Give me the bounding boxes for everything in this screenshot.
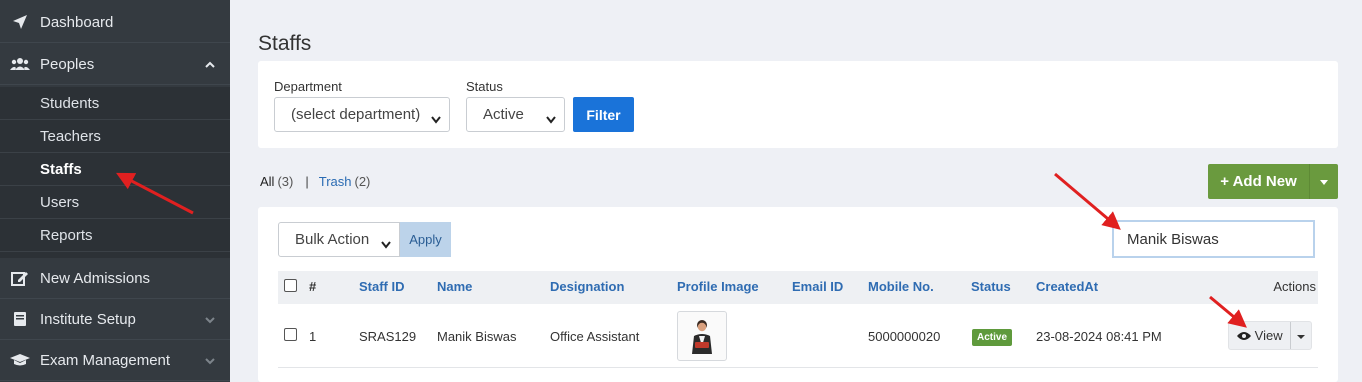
tab-all-count: (3) [277, 174, 294, 189]
cell-name: Manik Biswas [437, 329, 517, 344]
users-icon [10, 54, 30, 74]
add-new-button-group: + Add New [1208, 164, 1338, 199]
sidebar-item-label: Users [40, 193, 80, 211]
bulk-action-value: Bulk Action [295, 231, 370, 248]
add-new-button[interactable]: + Add New [1208, 164, 1310, 199]
view-button-label: View [1254, 328, 1283, 343]
sidebar-item-label: Students [40, 94, 100, 112]
select-all-checkbox[interactable] [284, 279, 297, 292]
cell-created-at: 23-08-2024 08:41 PM [1036, 329, 1162, 344]
chevron-down-icon [204, 354, 216, 366]
cell-staff-id: SRAS129 [359, 329, 417, 344]
sidebar: Dashboard Peoples Students Teachers Staf… [0, 0, 230, 382]
status-tabs: All (3) | Trash (2) [260, 174, 370, 189]
bulk-action-select[interactable]: Bulk Action [278, 222, 400, 257]
status-select[interactable]: Active [466, 97, 565, 132]
peoples-submenu: Students Teachers Staffs Users Reports [0, 87, 230, 258]
chevron-down-icon [204, 313, 216, 325]
department-select-value: (select department) [291, 106, 421, 123]
tab-all[interactable]: All [260, 174, 274, 189]
table-header: # Staff ID Name Designation Profile Imag… [278, 271, 1318, 304]
dropdown-arrow-icon [381, 236, 391, 249]
nav-peoples-label: Peoples [40, 55, 95, 73]
chevron-up-icon [204, 58, 216, 70]
row-checkbox[interactable] [284, 328, 297, 341]
dropdown-arrow-icon [546, 111, 556, 124]
th-staff-id[interactable]: Staff ID [359, 279, 405, 294]
add-new-dropdown-toggle[interactable] [1310, 173, 1338, 190]
tab-trash[interactable]: Trash [319, 174, 352, 189]
book-icon [10, 309, 30, 329]
th-created-at[interactable]: CreatedAt [1036, 279, 1098, 294]
department-label: Department [274, 79, 342, 94]
graduation-cap-icon [10, 350, 30, 370]
nav-exam-management[interactable]: Exam Management [0, 340, 230, 381]
view-button-group: View [1228, 321, 1312, 350]
eye-icon [1236, 331, 1251, 341]
apply-button[interactable]: Apply [400, 222, 451, 257]
staff-list-card: Bulk Action Apply Manik Biswas # Staff I… [258, 207, 1338, 382]
status-select-value: Active [483, 106, 524, 123]
view-button[interactable]: View [1229, 322, 1292, 349]
nav-dashboard[interactable]: Dashboard [0, 2, 230, 43]
nav-institute-setup[interactable]: Institute Setup [0, 299, 230, 340]
edit-icon [10, 268, 30, 288]
nav-new-admissions-label: New Admissions [40, 269, 151, 287]
sidebar-item-staffs[interactable]: Staffs [0, 153, 230, 186]
table-row: 1 SRAS129 Manik Biswas Office Assistant … [278, 304, 1318, 368]
page-title: Staffs [258, 32, 312, 55]
nav-peoples[interactable]: Peoples [0, 44, 230, 85]
sidebar-item-label: Teachers [40, 127, 101, 145]
caret-down-icon [1319, 173, 1329, 190]
nav-dashboard-label: Dashboard [40, 13, 114, 31]
th-profile-image[interactable]: Profile Image [677, 279, 759, 294]
view-dropdown-toggle[interactable] [1291, 328, 1311, 343]
sidebar-item-label: Reports [40, 226, 93, 244]
th-actions: Actions [1273, 279, 1316, 294]
caret-down-icon [1297, 328, 1306, 343]
dropdown-arrow-icon [431, 111, 441, 124]
cell-designation: Office Assistant [550, 329, 640, 344]
tab-trash-count: (2) [354, 174, 371, 189]
profile-image [677, 311, 727, 361]
tab-separator: | [305, 174, 309, 189]
nav-exam-management-label: Exam Management [40, 351, 171, 369]
th-designation[interactable]: Designation [550, 279, 624, 294]
cell-index: 1 [309, 329, 317, 344]
cell-mobile: 5000000020 [868, 329, 941, 344]
department-select[interactable]: (select department) [274, 97, 450, 132]
sidebar-item-teachers[interactable]: Teachers [0, 120, 230, 153]
th-email-id[interactable]: Email ID [792, 279, 843, 294]
filter-card: Department (select department) Status Ac… [258, 61, 1338, 148]
th-mobile[interactable]: Mobile No. [868, 279, 934, 294]
sidebar-item-reports[interactable]: Reports [0, 219, 230, 252]
nav-new-admissions[interactable]: New Admissions [0, 258, 230, 299]
th-name[interactable]: Name [437, 279, 472, 294]
th-status[interactable]: Status [971, 279, 1011, 294]
sidebar-item-label: Staffs [40, 160, 82, 178]
paper-plane-icon [10, 12, 30, 32]
th-index: # [309, 279, 317, 294]
status-badge: Active [972, 329, 1013, 346]
sidebar-item-students[interactable]: Students [0, 87, 230, 120]
status-label: Status [466, 79, 503, 94]
sidebar-item-users[interactable]: Users [0, 186, 230, 219]
filter-button[interactable]: Filter [573, 97, 634, 132]
nav-institute-setup-label: Institute Setup [40, 310, 136, 328]
search-input[interactable]: Manik Biswas [1112, 220, 1315, 258]
